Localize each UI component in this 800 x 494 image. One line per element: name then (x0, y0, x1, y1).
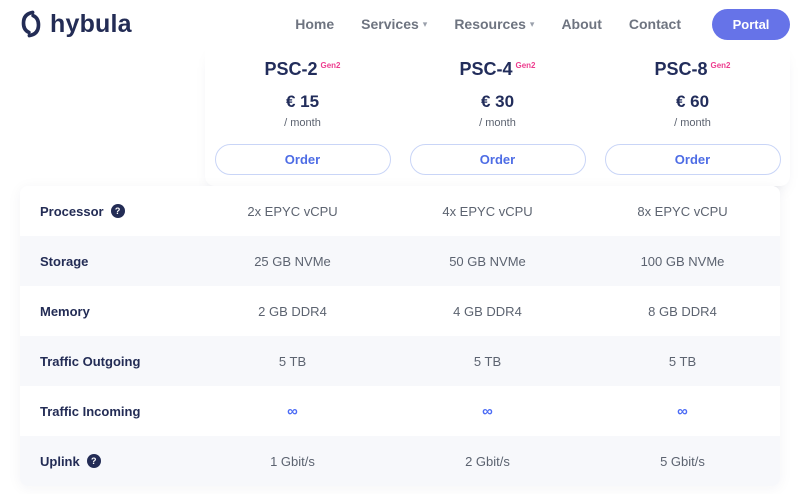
row-label: Memory (20, 304, 195, 319)
spec-table: Processor ? 2x EPYC vCPU 4x EPYC vCPU 8x… (20, 186, 780, 486)
order-button-psc8[interactable]: Order (604, 143, 781, 175)
chevron-down-icon: ▾ (529, 18, 535, 29)
row-label: Traffic Outgoing (20, 354, 195, 369)
plan-price: € 30 (480, 91, 515, 111)
row-label: Processor ? (20, 204, 195, 219)
help-icon[interactable]: ? (86, 454, 101, 468)
plan-name-text: PSC-2 (264, 59, 318, 79)
table-row-traffic-outgoing: Traffic Outgoing 5 TB 5 TB 5 TB (20, 336, 780, 386)
main-nav: Home Services ▾ Resources ▾ About Contac… (295, 8, 790, 40)
plan-price: € 15 (285, 91, 320, 111)
cell-value: 2x EPYC vCPU (247, 203, 338, 219)
row-label: Storage (20, 254, 195, 269)
cell-value: 8x EPYC vCPU (637, 203, 728, 219)
nav-item-home[interactable]: Home (295, 16, 334, 32)
portal-button[interactable]: Portal (712, 8, 790, 40)
row-label-text: Traffic Outgoing (40, 353, 141, 369)
cell-value: 5 TB (668, 353, 697, 369)
nav-item-services[interactable]: Services ▾ (361, 16, 427, 32)
cell-value: 50 GB NVMe (449, 253, 526, 269)
order-button-psc4[interactable]: Order (409, 143, 586, 175)
infinity-icon: ∞ (482, 402, 493, 420)
infinity-icon: ∞ (287, 402, 298, 420)
plan-gen-badge: Gen2 (515, 61, 536, 70)
cell-value: 8 GB DDR4 (648, 303, 717, 319)
plan-name: PSC-4 Gen2 (459, 59, 536, 80)
plan-column-psc4: PSC-4 Gen2 € 30 / month Order (400, 48, 595, 186)
hybula-logo-icon (18, 9, 44, 39)
row-label-text: Uplink (40, 453, 80, 469)
cell-value: 2 Gbit/s (465, 453, 510, 469)
nav-item-contact-label: Contact (628, 16, 681, 32)
order-button-psc2[interactable]: Order (214, 143, 391, 175)
nav-item-contact[interactable]: Contact (629, 16, 681, 32)
cell-value: 5 TB (278, 353, 307, 369)
plan-period: / month (674, 116, 711, 129)
cell-value: 4 GB DDR4 (453, 303, 522, 319)
top-nav-bar: hybula Home Services ▾ Resources ▾ About… (0, 0, 800, 48)
brand-name: hybula (50, 9, 132, 38)
plan-price: € 60 (675, 91, 710, 111)
cell-value: 2 GB DDR4 (258, 303, 327, 319)
table-row-storage: Storage 25 GB NVMe 50 GB NVMe 100 GB NVM… (20, 236, 780, 286)
table-row-uplink: Uplink ? 1 Gbit/s 2 Gbit/s 5 Gbit/s (20, 436, 780, 486)
cell-value: 1 Gbit/s (270, 453, 315, 469)
plan-name: PSC-2 Gen2 (264, 59, 341, 80)
help-icon[interactable]: ? (110, 204, 125, 218)
table-row-memory: Memory 2 GB DDR4 4 GB DDR4 8 GB DDR4 (20, 286, 780, 336)
nav-item-home-label: Home (295, 16, 335, 32)
cell-value: 100 GB NVMe (640, 253, 725, 269)
row-label-text: Memory (40, 303, 90, 319)
row-label-text: Storage (40, 253, 89, 269)
brand-logo[interactable]: hybula (18, 9, 132, 39)
cell-value: 5 Gbit/s (660, 453, 705, 469)
plan-period: / month (479, 116, 516, 129)
chevron-down-icon: ▾ (422, 18, 428, 29)
row-label-text: Traffic Incoming (40, 403, 141, 419)
row-label-text: Processor (40, 203, 104, 219)
plan-name: PSC-8 Gen2 (654, 59, 731, 80)
plan-column-psc2: PSC-2 Gen2 € 15 / month Order (205, 48, 400, 186)
plan-column-psc8: PSC-8 Gen2 € 60 / month Order (595, 48, 790, 186)
table-row-traffic-incoming: Traffic Incoming ∞ ∞ ∞ (20, 386, 780, 436)
plan-gen-badge: Gen2 (320, 61, 341, 70)
pricing-page: hybula Home Services ▾ Resources ▾ About… (0, 0, 800, 494)
plan-name-text: PSC-4 (459, 59, 513, 79)
nav-item-services-label: Services (361, 16, 419, 32)
plan-period: / month (284, 116, 321, 129)
nav-item-about-label: About (561, 16, 602, 32)
infinity-icon: ∞ (677, 402, 688, 420)
cell-value: 25 GB NVMe (254, 253, 331, 269)
nav-item-resources[interactable]: Resources ▾ (454, 16, 534, 32)
cell-value: 5 TB (473, 353, 502, 369)
table-row-processor: Processor ? 2x EPYC vCPU 4x EPYC vCPU 8x… (20, 186, 780, 236)
nav-item-about[interactable]: About (561, 16, 601, 32)
plan-gen-badge: Gen2 (710, 61, 731, 70)
plan-columns: PSC-2 Gen2 € 15 / month Order PSC-4 Gen2 €… (205, 48, 790, 186)
row-label: Uplink ? (20, 454, 195, 469)
plan-name-text: PSC-8 (654, 59, 708, 79)
row-label: Traffic Incoming (20, 404, 195, 419)
cell-value: 4x EPYC vCPU (442, 203, 533, 219)
nav-item-resources-label: Resources (454, 16, 526, 32)
